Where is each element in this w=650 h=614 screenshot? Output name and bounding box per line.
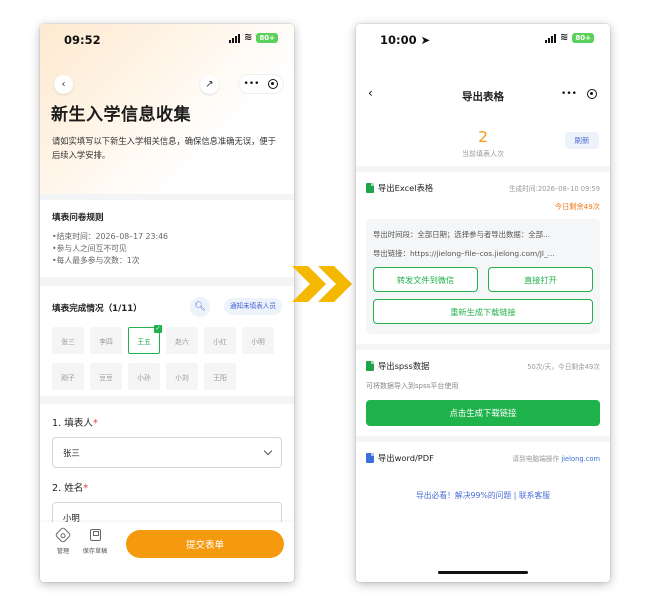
required-mark: * <box>92 418 98 429</box>
spss-description: 可将数据导入到spss平台使用 <box>366 382 459 390</box>
signal-icon <box>545 33 556 43</box>
rules-card: 填表问卷规则 •结束时间：2026–08–17 23:46 •参与人之间互不可见… <box>40 200 294 277</box>
manage-button[interactable]: 管理 <box>46 526 80 555</box>
filler-select[interactable]: 张三 <box>52 437 282 468</box>
participant-chip[interactable]: 豆豆 <box>90 363 122 390</box>
mini-program-capsule: ••• <box>238 74 284 94</box>
refresh-button[interactable]: 刷新 <box>565 132 599 149</box>
section-divider <box>356 436 610 442</box>
open-directly-button[interactable]: 直接打开 <box>488 267 593 292</box>
export-link[interactable]: 导出链接：https://jielong–file–cos.jielong.co… <box>373 248 593 259</box>
signal-icon <box>229 33 240 43</box>
rule-item: •结束时间：2026–08–17 23:46 <box>52 232 169 241</box>
participant-chip[interactable]: 小刘 <box>166 363 198 390</box>
completion-heading: 填表完成情况（1/11） <box>52 304 142 314</box>
excel-export-box: 导出时间段：全部日期；选择参与者导出数据：全部... 导出链接：https://… <box>366 219 600 334</box>
participant-grid: 张三 李四 王五 ✓ 赵六 小红 小明 刚子 豆豆 小孙 小刘 王阳 <box>52 322 282 390</box>
excel-generated-time: 生成时间:2026–08–10 09:59 <box>508 185 600 193</box>
participant-chip[interactable]: 小红 <box>204 327 236 354</box>
generate-download-link-button[interactable]: 点击生成下载链接 <box>366 400 600 426</box>
status-bar: 10:00 ➤ ≋ 80+ <box>356 24 610 50</box>
section-divider <box>356 166 610 172</box>
more-icon[interactable]: ••• <box>244 79 260 89</box>
screenshot-stage: 09:52 ≋ 80+ ‹ ↗ ••• 新生入学信息收集 请如实填写以下新生入学… <box>0 0 650 614</box>
required-mark: * <box>83 483 89 494</box>
share-icon: ↗ <box>205 79 214 90</box>
form-intro: 请如实填写以下新生入学相关信息，确保信息准确无误，便于后续入学安排。 <box>52 136 277 160</box>
word-file-icon <box>366 453 374 463</box>
participant-chip-filled[interactable]: 王五 ✓ <box>128 325 162 354</box>
status-icons: ≋ 80+ <box>545 33 594 43</box>
spss-file-icon <box>366 361 374 371</box>
question-label: 2. 姓名* <box>52 483 89 494</box>
close-target-icon[interactable] <box>586 89 597 99</box>
regenerate-link-button[interactable]: 重新生成下载链接 <box>373 299 593 324</box>
word-section-header: 导出word/PDF 请到电脑端操作 jielong.com <box>366 452 600 464</box>
battery-badge: 80+ <box>572 33 594 43</box>
bottom-action-bar: 管理 保存草稿 提交表单 <box>40 522 294 582</box>
page-title: 新生入学信息收集 <box>51 105 191 125</box>
save-draft-button[interactable]: 保存草稿 <box>78 529 112 555</box>
status-time: 10:00 ➤ <box>380 33 431 47</box>
submit-button[interactable]: 提交表单 <box>126 530 284 558</box>
question-label: 1. 填表人* <box>52 418 98 429</box>
search-icon: 🔍︎ <box>194 302 206 312</box>
chevron-left-icon: ‹ <box>61 79 66 90</box>
export-phone: 10:00 ➤ ≋ 80+ ‹ 导出表格 ••• 2 当前填表人次 刷新 导出E… <box>356 24 610 582</box>
navigation-bar: ‹ 导出表格 ••• <box>356 86 610 106</box>
form-fill-phone: 09:52 ≋ 80+ ‹ ↗ ••• 新生入学信息收集 请如实填写以下新生入学… <box>40 24 294 582</box>
section-divider <box>356 344 610 350</box>
chevron-arrow-icon <box>318 266 352 302</box>
location-arrow-icon: ➤ <box>420 33 431 47</box>
save-icon <box>89 529 101 541</box>
participant-chip[interactable]: 李四 <box>90 327 122 354</box>
chevron-down-icon <box>263 446 273 456</box>
spss-section-header: 导出spss数据 50次/天，今日剩余49次 <box>366 360 600 372</box>
completion-card: 填表完成情况（1/11） 🔍︎ 通知未填表人员 张三 李四 王五 ✓ 赵六 小红… <box>40 286 294 396</box>
notify-unfilled-button[interactable]: 通知未填表人员 <box>223 298 282 315</box>
close-target-icon[interactable] <box>268 79 279 89</box>
excel-section-title: 导出Excel表格 <box>378 183 434 193</box>
check-icon: ✓ <box>154 325 162 333</box>
status-time: 09:52 <box>64 33 101 47</box>
settings-icon <box>54 526 72 544</box>
word-desktop-hint: 请到电脑端操作 jielong.com <box>512 455 600 463</box>
participant-name: 王五 <box>137 337 151 346</box>
participant-chip[interactable]: 小孙 <box>128 363 160 390</box>
jielong-link[interactable]: jielong.com <box>561 455 600 463</box>
rule-item: •每人最多参与次数：1次 <box>52 256 140 265</box>
filler-select-value: 张三 <box>63 447 80 458</box>
excel-file-icon <box>366 183 374 193</box>
battery-badge: 80+ <box>256 33 278 43</box>
home-indicator <box>438 571 528 574</box>
status-icons: ≋ 80+ <box>229 33 278 43</box>
participant-chip[interactable]: 刚子 <box>52 363 84 390</box>
help-links[interactable]: 导出必看！解决99%的问题 | 联系客服 <box>356 490 610 501</box>
participant-chip[interactable]: 张三 <box>52 327 84 354</box>
wifi-icon: ≋ <box>244 32 253 43</box>
spss-section-title: 导出spss数据 <box>378 361 430 371</box>
mini-program-capsule: ••• <box>556 84 602 104</box>
excel-remaining: 今日剩余49次 <box>554 202 600 211</box>
fill-count-label: 当前填表人次 <box>462 150 504 158</box>
spss-quota: 50次/天，今日剩余49次 <box>527 363 600 371</box>
back-button[interactable]: ‹ <box>54 75 73 94</box>
participant-chip[interactable]: 王阳 <box>204 363 236 390</box>
search-button[interactable]: 🔍︎ <box>190 297 210 317</box>
rule-item: •参与人之间互不可见 <box>52 244 127 253</box>
export-period: 导出时间段：全部日期；选择参与者导出数据：全部... <box>373 230 551 239</box>
status-bar: 09:52 ≋ 80+ <box>40 24 294 50</box>
save-draft-label: 保存草稿 <box>82 548 108 555</box>
participant-chip[interactable]: 小明 <box>242 327 274 354</box>
manage-label: 管理 <box>56 548 70 555</box>
excel-section-header: 导出Excel表格 生成时间:2026–08–10 09:59 <box>366 182 600 194</box>
rules-heading: 填表问卷规则 <box>52 213 104 223</box>
word-section-title: 导出word/PDF <box>378 453 434 463</box>
more-icon[interactable]: ••• <box>561 89 577 99</box>
wifi-icon: ≋ <box>560 32 569 43</box>
forward-to-wechat-button[interactable]: 转发文件到微信 <box>373 267 478 292</box>
participant-chip[interactable]: 赵六 <box>166 327 198 354</box>
share-button[interactable]: ↗ <box>200 75 219 94</box>
